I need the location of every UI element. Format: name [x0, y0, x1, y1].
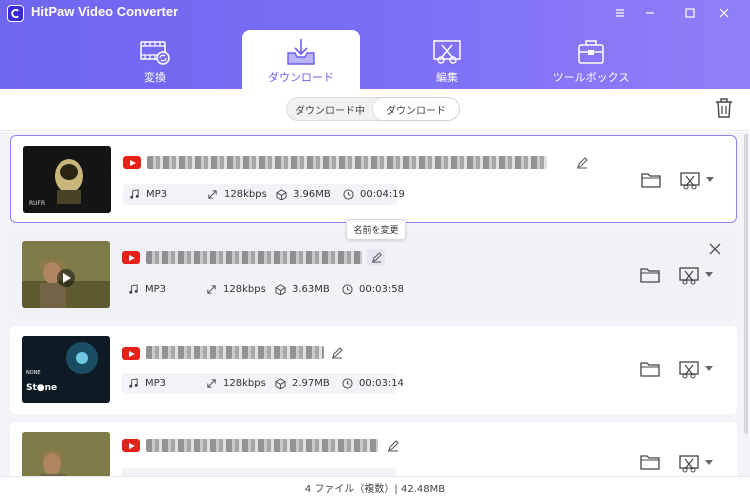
app-logo-icon	[7, 5, 24, 22]
youtube-icon	[122, 439, 140, 452]
duration-label: 00:04:19	[360, 189, 405, 200]
bitrate-label: 128kbps	[224, 189, 267, 200]
list-item[interactable]: NONE St●ne MP3 128kbps 2.97MB 00:03:14	[10, 326, 737, 414]
tab-download[interactable]: ダウンロード	[242, 30, 360, 89]
tab-label: 編集	[436, 71, 458, 84]
format-label: MP3	[146, 189, 168, 200]
thumb-text: RUFR	[29, 200, 45, 207]
video-thumbnail	[22, 432, 110, 476]
filesize-box-icon	[275, 284, 286, 295]
toolbox-icon	[578, 40, 604, 64]
open-folder-icon[interactable]	[640, 454, 660, 470]
remove-item-icon[interactable]	[709, 243, 721, 255]
format-label: MP3	[145, 378, 167, 389]
tab-toolbox[interactable]: ツールボックス	[532, 30, 650, 89]
rename-button[interactable]	[367, 249, 385, 266]
tab-convert[interactable]: 変換	[96, 30, 214, 89]
edit-scissors-icon[interactable]	[678, 452, 700, 474]
file-meta: MP3 128kbps 3.96MB 00:04:19	[123, 184, 405, 205]
minimize-icon	[646, 12, 654, 14]
music-note-icon	[130, 189, 139, 199]
edit-scissors-icon[interactable]	[678, 264, 700, 286]
title-bar: HitPaw Video Converter 変換 ダウンロード 編集 ツールボ…	[0, 0, 750, 89]
status-bar: 4 ファイル（複数）| 42.48MB	[0, 476, 750, 498]
video-thumbnail: RUFR	[23, 146, 111, 213]
thumb-text: NONE	[26, 370, 41, 376]
size-label: 3.63MB	[292, 284, 330, 295]
format-label: MP3	[145, 284, 167, 295]
tab-label: ダウンロード	[268, 71, 334, 84]
chevron-down-icon[interactable]	[705, 460, 713, 466]
clock-icon	[342, 284, 353, 295]
open-folder-icon[interactable]	[640, 267, 660, 283]
youtube-icon	[122, 251, 140, 264]
maximize-icon	[685, 8, 695, 18]
download-status-toggle: ダウンロード中 ダウンロード	[286, 97, 460, 121]
bitrate-icon	[208, 190, 217, 199]
edit-scissors-icon	[433, 40, 461, 64]
edit-scissors-icon[interactable]	[679, 169, 701, 191]
chevron-down-icon[interactable]	[705, 272, 713, 278]
minimize-button[interactable]	[634, 2, 666, 24]
menu-button[interactable]	[604, 2, 636, 24]
downloading-tab[interactable]: ダウンロード中	[287, 98, 373, 120]
video-thumbnail: NONE St●ne	[22, 336, 110, 403]
youtube-icon	[123, 156, 141, 169]
rename-pencil-icon	[371, 252, 382, 263]
tab-label: ツールボックス	[552, 71, 630, 84]
sub-toolbar: ダウンロード中 ダウンロード	[0, 89, 750, 131]
music-note-icon	[129, 284, 138, 294]
maximize-button[interactable]	[674, 2, 706, 24]
list-item[interactable]	[10, 422, 737, 476]
list-item[interactable]: RUFR MP3 128kbps 3.96MB 00:04:19	[10, 135, 737, 223]
file-name-redacted	[147, 156, 547, 169]
close-button[interactable]	[708, 2, 740, 24]
file-meta: MP3 128kbps 2.97MB 00:03:14	[122, 373, 404, 394]
open-folder-icon[interactable]	[641, 172, 661, 188]
file-name-redacted	[146, 346, 324, 359]
bitrate-icon	[207, 285, 216, 294]
clock-icon	[343, 189, 354, 200]
rename-tooltip: 名前を変更	[346, 219, 406, 240]
chevron-down-icon[interactable]	[705, 366, 713, 372]
file-name-redacted	[146, 251, 362, 264]
thumb-text: St●ne	[26, 383, 57, 393]
scrollbar[interactable]	[744, 134, 748, 434]
youtube-icon	[122, 347, 140, 360]
size-label: 2.97MB	[292, 378, 330, 389]
file-summary: 4 ファイル（複数）| 42.48MB	[304, 484, 446, 495]
rename-pencil-icon[interactable]	[330, 346, 344, 360]
file-meta: MP3 128kbps 3.63MB 00:03:58	[122, 279, 404, 300]
video-thumbnail	[22, 241, 110, 308]
bitrate-label: 128kbps	[223, 378, 266, 389]
app-title: HitPaw Video Converter	[31, 4, 179, 19]
tab-edit[interactable]: 編集	[388, 30, 506, 89]
clock-icon	[342, 378, 353, 389]
bitrate-icon	[207, 379, 216, 388]
close-icon	[719, 8, 729, 18]
file-meta	[122, 468, 396, 476]
duration-label: 00:03:14	[359, 378, 404, 389]
filesize-box-icon	[275, 378, 286, 389]
trash-icon[interactable]	[714, 97, 734, 119]
music-note-icon	[129, 378, 138, 388]
film-convert-icon	[140, 41, 170, 65]
duration-label: 00:03:58	[359, 284, 404, 295]
download-list: RUFR MP3 128kbps 3.96MB 00:04:19 MP3 128…	[0, 132, 750, 476]
bitrate-label: 128kbps	[223, 284, 266, 295]
edit-scissors-icon[interactable]	[678, 358, 700, 380]
size-label: 3.96MB	[293, 189, 331, 200]
menu-icon	[616, 9, 624, 17]
download-tray-icon	[287, 39, 315, 65]
tab-label: 変換	[144, 71, 166, 84]
downloaded-tab[interactable]: ダウンロード	[373, 98, 459, 120]
open-folder-icon[interactable]	[640, 361, 660, 377]
file-name-redacted	[146, 439, 378, 452]
filesize-box-icon	[276, 189, 287, 200]
rename-pencil-icon[interactable]	[575, 156, 589, 170]
rename-pencil-icon[interactable]	[386, 439, 400, 453]
list-item[interactable]: MP3 128kbps 3.63MB 00:03:58	[10, 231, 737, 319]
chevron-down-icon[interactable]	[706, 177, 714, 183]
